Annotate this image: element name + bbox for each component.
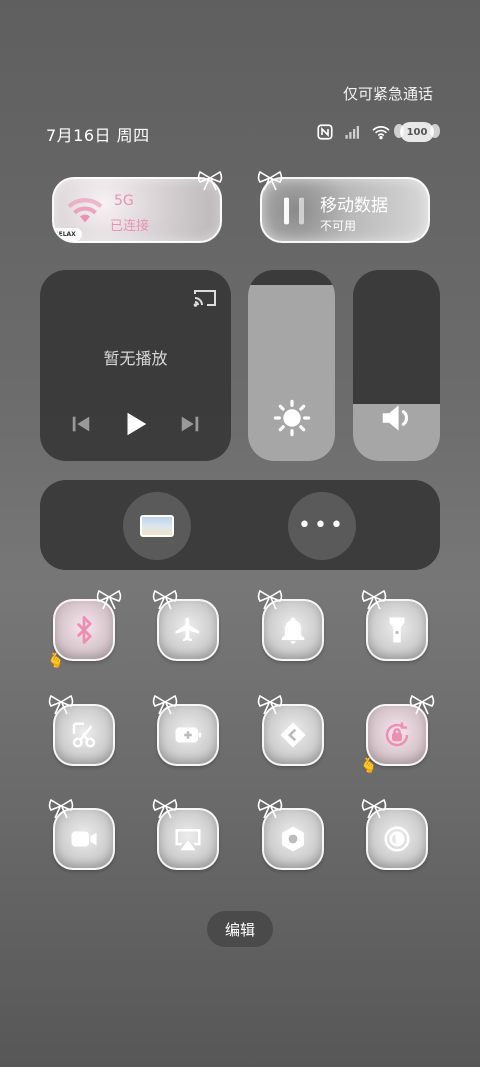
sun-icon — [273, 399, 310, 437]
media-controls — [40, 409, 231, 439]
settings-toggle[interactable] — [257, 798, 324, 870]
cast-icon[interactable] — [193, 288, 217, 308]
media-player-card[interactable]: 暂无播放 — [40, 270, 231, 461]
bluetooth-toggle[interactable]: 🫰 — [47, 589, 122, 669]
wifi-status: 已连接 — [110, 219, 150, 234]
app-thumbnail-icon — [140, 515, 174, 537]
screen-record-toggle[interactable] — [48, 798, 115, 870]
dark-mode-toggle[interactable] — [361, 798, 428, 870]
bow-icon — [257, 798, 283, 819]
airplane-icon — [175, 617, 200, 642]
wifi-ssid: 5G — [114, 193, 134, 209]
hexagon-gear-icon — [282, 826, 304, 852]
mobile-data-title: 移动数据 — [320, 196, 388, 216]
next-icon[interactable] — [179, 413, 201, 435]
app-shortcut-strip: ••• — [40, 480, 440, 570]
media-status: 暂无播放 — [103, 349, 168, 368]
bell-icon — [281, 617, 305, 644]
nfc-icon — [317, 124, 333, 140]
bow-icon — [96, 589, 122, 610]
bow-icon — [409, 694, 435, 715]
bow-icon — [152, 589, 178, 610]
battery-saver-toggle[interactable] — [152, 694, 219, 766]
do-not-disturb-toggle[interactable] — [257, 589, 324, 661]
scissors-icon — [72, 722, 96, 748]
bow-icon — [48, 694, 74, 715]
bluetooth-icon — [76, 616, 92, 644]
bow-icon — [361, 798, 387, 819]
screenshot-toggle[interactable] — [48, 694, 115, 766]
play-icon[interactable] — [120, 409, 150, 439]
more-button[interactable]: ••• — [288, 492, 356, 560]
battery-icon: 100 — [394, 122, 440, 142]
bow-icon — [152, 694, 178, 715]
battery-plus-icon — [175, 727, 202, 743]
mobile-data-icon — [284, 197, 304, 225]
bow-icon — [197, 170, 223, 191]
airplane-toggle[interactable] — [152, 589, 219, 661]
share-diamond-icon — [280, 722, 306, 748]
nearby-share-toggle[interactable] — [257, 694, 324, 766]
bow-icon — [48, 798, 74, 819]
more-icon: ••• — [298, 513, 346, 538]
battery-level: 100 — [406, 126, 428, 138]
wifi-status-icon — [372, 126, 390, 140]
video-camera-icon — [71, 831, 97, 847]
signal-icon — [345, 126, 359, 139]
mobile-data-tile[interactable]: 移动数据 不可用 — [260, 177, 430, 243]
mobile-data-status: 不可用 — [320, 219, 357, 233]
volume-slider[interactable] — [353, 270, 440, 461]
contrast-icon — [384, 826, 410, 852]
flashlight-icon — [389, 617, 405, 643]
previous-icon[interactable] — [70, 413, 92, 435]
status-icons: 100 — [316, 122, 440, 142]
speaker-icon — [382, 405, 408, 431]
edit-button[interactable]: 编辑 — [207, 911, 273, 947]
wifi-icon — [67, 198, 103, 223]
emergency-calls-only: 仅可紧急通话 — [342, 85, 433, 103]
brightness-slider[interactable] — [248, 270, 335, 461]
hands-sticker-icon: 🫰 — [47, 653, 65, 669]
screen-cast-icon — [175, 829, 201, 851]
hands-sticker-icon: 🫰 — [360, 758, 378, 774]
rotation-lock-toggle[interactable]: 🫰 — [360, 694, 435, 774]
bow-icon — [257, 694, 283, 715]
recent-app-button[interactable] — [123, 492, 191, 560]
rotation-lock-icon — [385, 722, 409, 747]
bow-icon — [257, 170, 283, 191]
bow-icon — [361, 589, 387, 610]
date-label: 7月16日 周四 — [46, 126, 150, 145]
relax-sticker: RELAX — [54, 228, 82, 241]
bow-icon — [257, 589, 283, 610]
flashlight-toggle[interactable] — [361, 589, 428, 661]
screen-cast-toggle[interactable] — [152, 798, 219, 870]
bow-icon — [152, 798, 178, 819]
